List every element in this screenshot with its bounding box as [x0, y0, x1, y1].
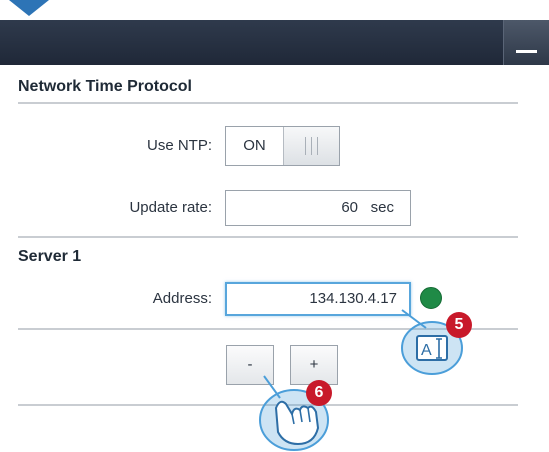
server1-section-title: Server 1 [18, 248, 82, 265]
divider [18, 102, 518, 104]
ntp-section-title: Network Time Protocol [18, 78, 192, 95]
address-value: 134.130.4.17 [309, 290, 397, 307]
use-ntp-label: Use NTP: [146, 137, 212, 154]
touch-tap-icon [259, 375, 329, 451]
step-6-badge: 6 [306, 380, 332, 406]
title-bar [0, 20, 549, 65]
svg-text:A: A [421, 342, 432, 359]
chevron-down-icon [9, 0, 49, 16]
address-label: Address: [152, 290, 212, 307]
toggle-state: ON [226, 127, 284, 165]
toggle-knob[interactable] [284, 127, 339, 165]
update-rate-unit: sec [370, 199, 394, 216]
minimize-button[interactable] [503, 20, 549, 65]
address-field[interactable]: 134.130.4.17 [225, 282, 411, 316]
divider [18, 236, 518, 238]
minus-icon [516, 50, 537, 53]
step-5-badge: 5 [446, 312, 472, 338]
update-rate-field[interactable]: 60 sec [225, 190, 411, 226]
update-rate-label: Update rate: [129, 199, 212, 216]
use-ntp-toggle[interactable]: ON [225, 126, 340, 166]
update-rate-value: 60 [341, 199, 358, 216]
